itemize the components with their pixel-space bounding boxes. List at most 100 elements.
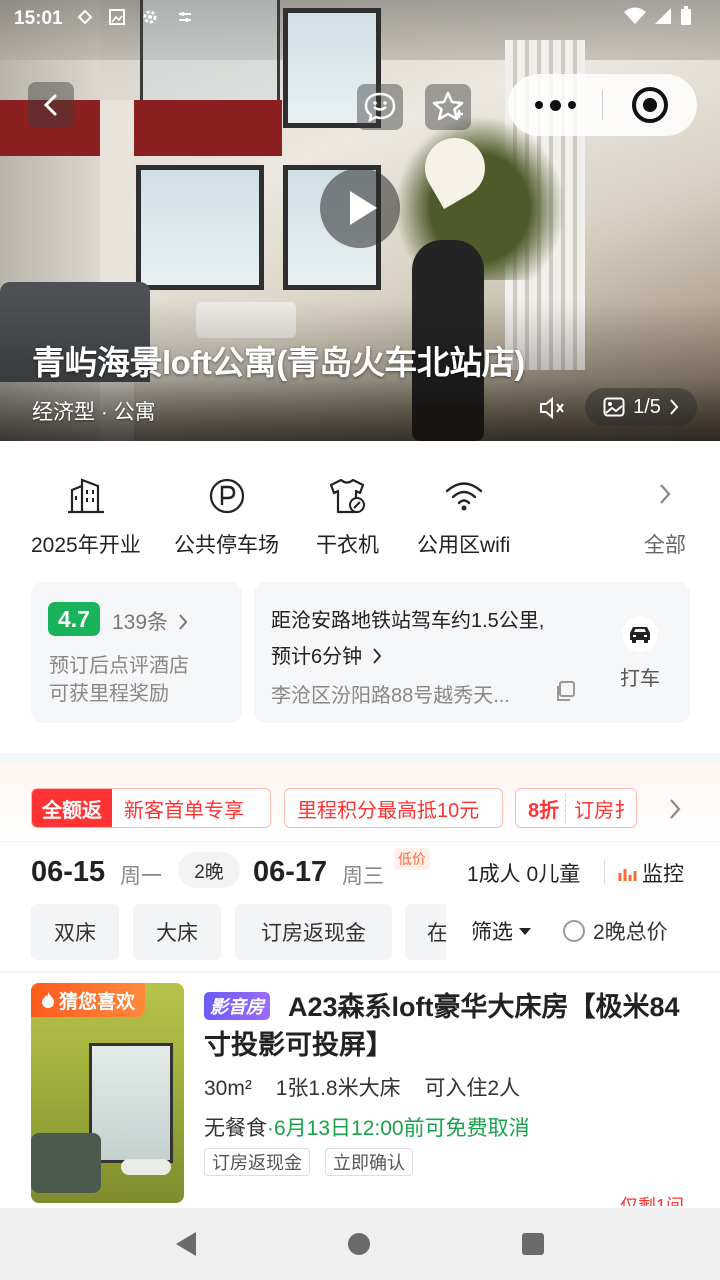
- mute-icon[interactable]: [538, 394, 568, 422]
- gallery-counter-button[interactable]: 1/5: [585, 388, 697, 426]
- tune-icon: [179, 12, 191, 22]
- checkout-date[interactable]: 06-17: [253, 856, 327, 889]
- chevron-right-icon: [372, 648, 382, 664]
- room-bed: 1张1.8米大床: [275, 1077, 401, 1100]
- rating-card[interactable]: 4.7 139条 预订后点评酒店 可获里程奖励: [31, 582, 242, 723]
- flame-icon: [42, 992, 54, 1008]
- chevron-right-icon: [660, 484, 671, 504]
- amenity-opened-year[interactable]: 2025年开业: [31, 475, 141, 559]
- building-icon: [67, 478, 104, 514]
- filter-chip-cashback[interactable]: 订房返现金: [235, 904, 392, 960]
- hotel-type: 经济型 · 公寓: [32, 401, 156, 424]
- checkin-date[interactable]: 06-15: [31, 856, 105, 889]
- back-button[interactable]: [28, 82, 74, 128]
- dryer-shirt-icon: [329, 478, 365, 514]
- nav-recents-icon[interactable]: [522, 1233, 544, 1255]
- room-photo-table: [121, 1159, 171, 1175]
- checkin-weekday: 周一: [120, 865, 162, 888]
- status-time: 15:01: [14, 8, 63, 29]
- rooms-left-text: 仅剩1间: [620, 1196, 685, 1206]
- chevron-right-icon[interactable]: [668, 797, 682, 821]
- amenities-all-label: 全部: [644, 534, 686, 557]
- amenity-dryer[interactable]: 干衣机: [316, 475, 379, 559]
- taxi-button[interactable]: 打车: [620, 616, 660, 691]
- close-miniapp-button[interactable]: [603, 74, 697, 136]
- price-monitor-button[interactable]: 监控: [618, 858, 684, 888]
- review-reward-text: 预订后点评酒店 可获里程奖励: [49, 652, 189, 708]
- miniapp-capsule: [508, 74, 697, 136]
- play-icon: [350, 191, 377, 225]
- play-video-button[interactable]: [320, 168, 400, 248]
- review-count-label: 139条: [112, 611, 169, 634]
- nav-back-icon[interactable]: [176, 1232, 196, 1256]
- reward-line: 预订后点评酒店: [49, 655, 189, 677]
- low-price-badge: 低价: [394, 848, 430, 870]
- room-type-badge: 影音房: [204, 992, 270, 1020]
- favorite-button[interactable]: [425, 84, 471, 130]
- drive-time-link[interactable]: 预计6分钟: [271, 640, 382, 669]
- meal-info: 无餐食: [204, 1117, 267, 1140]
- rating-score: 4.7: [48, 602, 100, 636]
- nav-home-icon[interactable]: [348, 1233, 370, 1255]
- chat-button[interactable]: [357, 84, 403, 130]
- checkout-weekday: 周三: [342, 865, 384, 888]
- promo-tag: 8折: [516, 793, 567, 823]
- promo-tag: 全额返: [32, 789, 112, 827]
- reward-line: 可获里程奖励: [49, 683, 169, 705]
- amenity-label: 干衣机: [316, 534, 379, 557]
- guests-selector[interactable]: 1成人 0儿童: [467, 858, 580, 888]
- room-photo-sofa: [31, 1133, 101, 1193]
- hotel-name: 青屿海景loft公寓(青岛火车北站店): [32, 344, 525, 381]
- promo-mileage[interactable]: 里程积分最高抵10元: [284, 788, 503, 828]
- image-notification-icon: [109, 9, 125, 25]
- star-add-icon: [432, 91, 464, 121]
- recommend-badge: 猜您喜欢: [31, 983, 146, 1017]
- chat-bubble-icon: [364, 92, 396, 123]
- radio-icon: [563, 920, 585, 942]
- dot-icon: [549, 99, 561, 111]
- gallery-count: 1/5: [633, 395, 661, 418]
- status-right-icons: [624, 6, 692, 26]
- room-policy: 无餐食·6月13日12:00前可免费取消: [204, 1112, 530, 1142]
- chevron-right-icon: [670, 399, 679, 415]
- amenity-parking[interactable]: 公共停车场: [174, 475, 279, 559]
- taxi-label: 打车: [620, 668, 660, 690]
- dot-icon: [534, 101, 543, 109]
- nfc-icon: [77, 9, 93, 25]
- promo-discount[interactable]: 8折 订房扌: [515, 788, 637, 828]
- room-specs: 30m² 1张1.8米大床 可入住2人: [204, 1072, 538, 1102]
- filter-chip-twin[interactable]: 双床: [31, 904, 119, 960]
- promo-new-customer[interactable]: 全额返 新客首单专享: [31, 788, 271, 828]
- drive-time-label: 预计6分钟: [271, 646, 363, 668]
- divider: [604, 860, 605, 884]
- review-count[interactable]: 139条: [112, 606, 188, 636]
- amenities-all-button[interactable]: 全部: [644, 475, 686, 559]
- amenity-wifi[interactable]: 公用区wifi: [417, 475, 510, 559]
- promo-text: 新客首单专享: [124, 799, 244, 822]
- car-icon: [630, 627, 650, 643]
- image-icon: [603, 397, 625, 417]
- target-close-icon: [632, 87, 668, 123]
- filter-chip-king[interactable]: 大床: [133, 904, 221, 960]
- system-nav-bar: [0, 1208, 720, 1280]
- copy-icon[interactable]: [554, 680, 576, 702]
- more-menu-button[interactable]: [508, 74, 602, 136]
- location-card[interactable]: 距沧安路地铁站驾车约1.5公里, 预计6分钟 李沧区汾阳路88号越秀天... 打…: [254, 582, 690, 723]
- total-price-label: 2晚总价: [593, 921, 668, 944]
- amenity-label: 公共停车场: [174, 534, 279, 557]
- total-price-toggle[interactable]: 2晚总价: [563, 916, 668, 946]
- status-bar: 15:01: [0, 0, 720, 36]
- battery-icon: [681, 6, 691, 25]
- room-photo-window: [89, 1043, 173, 1163]
- cell-signal-icon: [655, 8, 671, 24]
- amenity-label: 2025年开业: [31, 534, 141, 557]
- room-occupancy: 可入住2人: [424, 1077, 521, 1100]
- wifi-icon: [445, 482, 482, 511]
- cancel-policy: ·6月13日12:00前可免费取消: [267, 1117, 530, 1140]
- room-title[interactable]: A23森系loft豪华大床房【极米84寸投影可投屏】: [204, 988, 694, 1064]
- caret-down-icon: [519, 927, 531, 935]
- parking-icon: [209, 478, 244, 514]
- chevron-right-icon: [179, 614, 188, 630]
- room-tag: 立即确认: [325, 1148, 413, 1176]
- filter-button[interactable]: 筛选: [471, 916, 531, 946]
